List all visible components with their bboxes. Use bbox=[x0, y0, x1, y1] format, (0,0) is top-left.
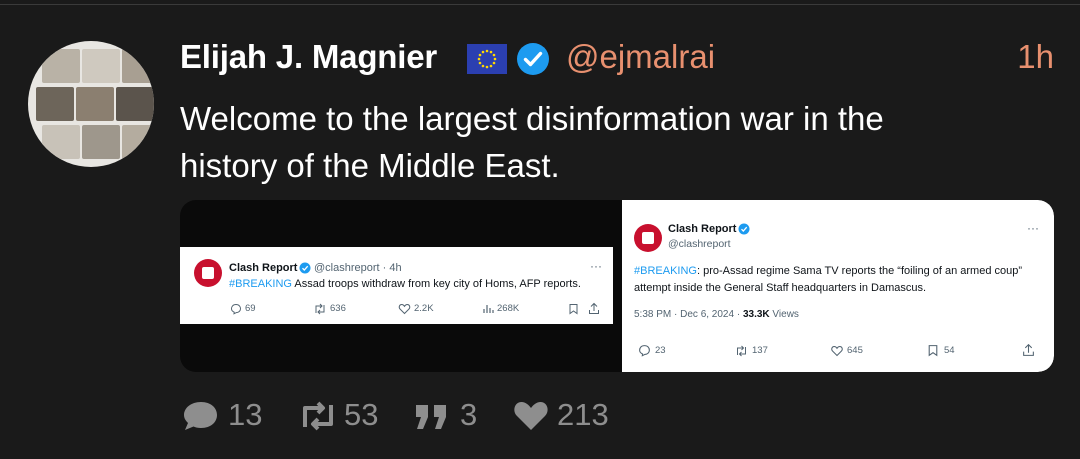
clash-report-logo bbox=[634, 224, 662, 252]
repost-count: 53 bbox=[344, 397, 379, 432]
repost-icon bbox=[303, 401, 333, 431]
reply-icon bbox=[639, 345, 650, 357]
like-icon bbox=[831, 345, 843, 357]
share-icon bbox=[589, 302, 599, 314]
eu-flag-icon bbox=[467, 44, 507, 74]
bookmark-icon bbox=[569, 304, 578, 315]
embed1-meta: @clashreport · 4h bbox=[314, 262, 402, 274]
author-handle[interactable]: @ejmalrai bbox=[566, 38, 715, 76]
embed1-views: 268K bbox=[497, 303, 520, 314]
embed1-reposts: 636 bbox=[330, 303, 346, 314]
quote-count: 3 bbox=[460, 397, 478, 432]
verified-icon bbox=[515, 41, 551, 77]
embed1-hashtag: #BREAKING bbox=[229, 278, 292, 290]
repost-stat[interactable]: 53 bbox=[296, 395, 396, 435]
like-stat[interactable]: 213 bbox=[511, 395, 631, 435]
embed2-views-count: 33.3K bbox=[742, 309, 770, 320]
more-icon: ··· bbox=[1027, 221, 1039, 235]
embed1-text: Assad troops withdraw from key city of H… bbox=[291, 278, 581, 290]
clash-report-logo bbox=[194, 259, 222, 287]
repost-icon bbox=[737, 345, 746, 357]
embed2-likes: 645 bbox=[847, 345, 863, 356]
reply-icon bbox=[184, 402, 217, 430]
more-icon: ··· bbox=[590, 259, 602, 273]
post-text: Welcome to the largest disinformation wa… bbox=[180, 95, 1040, 189]
embedded-tweet-1: Clash Report @clashreport · 4h ··· #BREA… bbox=[180, 247, 613, 324]
reply-icon bbox=[230, 303, 242, 315]
like-count: 213 bbox=[557, 397, 609, 432]
like-icon bbox=[514, 402, 548, 430]
embed2-bookmarks: 54 bbox=[944, 345, 955, 356]
reply-count: 13 bbox=[228, 397, 263, 432]
views-icon bbox=[483, 305, 494, 313]
verified-icon bbox=[299, 262, 311, 274]
embed2-name: Clash Report bbox=[668, 223, 737, 235]
top-divider bbox=[0, 4, 1080, 5]
embed2-replies: 23 bbox=[655, 345, 666, 356]
avatar[interactable] bbox=[28, 41, 154, 167]
embed2-handle: @clashreport bbox=[668, 238, 731, 250]
embed1-likes: 2.2K bbox=[414, 303, 434, 314]
post-text-line-1: Welcome to the largest disinformation wa… bbox=[180, 100, 884, 137]
embed2-body: #BREAKING: pro-Assad regime Sama TV repo… bbox=[634, 263, 1046, 297]
embed1-name: Clash Report bbox=[229, 262, 298, 274]
post-text-line-2: history of the Middle East. bbox=[180, 147, 560, 184]
share-icon bbox=[1023, 343, 1034, 356]
embed1-body: #BREAKING Assad troops withdraw from key… bbox=[229, 278, 581, 290]
quote-icon bbox=[416, 405, 446, 429]
quote-stat[interactable]: 3 bbox=[412, 395, 492, 435]
post-time[interactable]: 1h bbox=[1017, 38, 1054, 76]
embedded-tweet-2: Clash Report @clashreport ··· #BREAKING:… bbox=[622, 200, 1054, 372]
embed2-time-text: 5:38 PM · Dec 6, 2024 · bbox=[634, 309, 743, 320]
author-name[interactable]: Elijah J. Magnier bbox=[180, 38, 437, 76]
embed2-hashtag: #BREAKING bbox=[634, 265, 697, 277]
bookmark-icon bbox=[928, 345, 938, 357]
embed2-views-label: Views bbox=[769, 309, 799, 320]
repost-icon bbox=[315, 303, 325, 315]
reply-stat[interactable]: 13 bbox=[180, 395, 280, 435]
embed1-replies: 69 bbox=[245, 303, 256, 314]
verified-icon bbox=[738, 223, 750, 235]
media-attachment[interactable]: Clash Report @clashreport · 4h ··· #BREA… bbox=[180, 200, 1054, 372]
like-icon bbox=[398, 303, 411, 315]
embed2-timestamp: 5:38 PM · Dec 6, 2024 · 33.3K Views bbox=[634, 309, 799, 320]
embed2-reposts: 137 bbox=[752, 345, 768, 356]
